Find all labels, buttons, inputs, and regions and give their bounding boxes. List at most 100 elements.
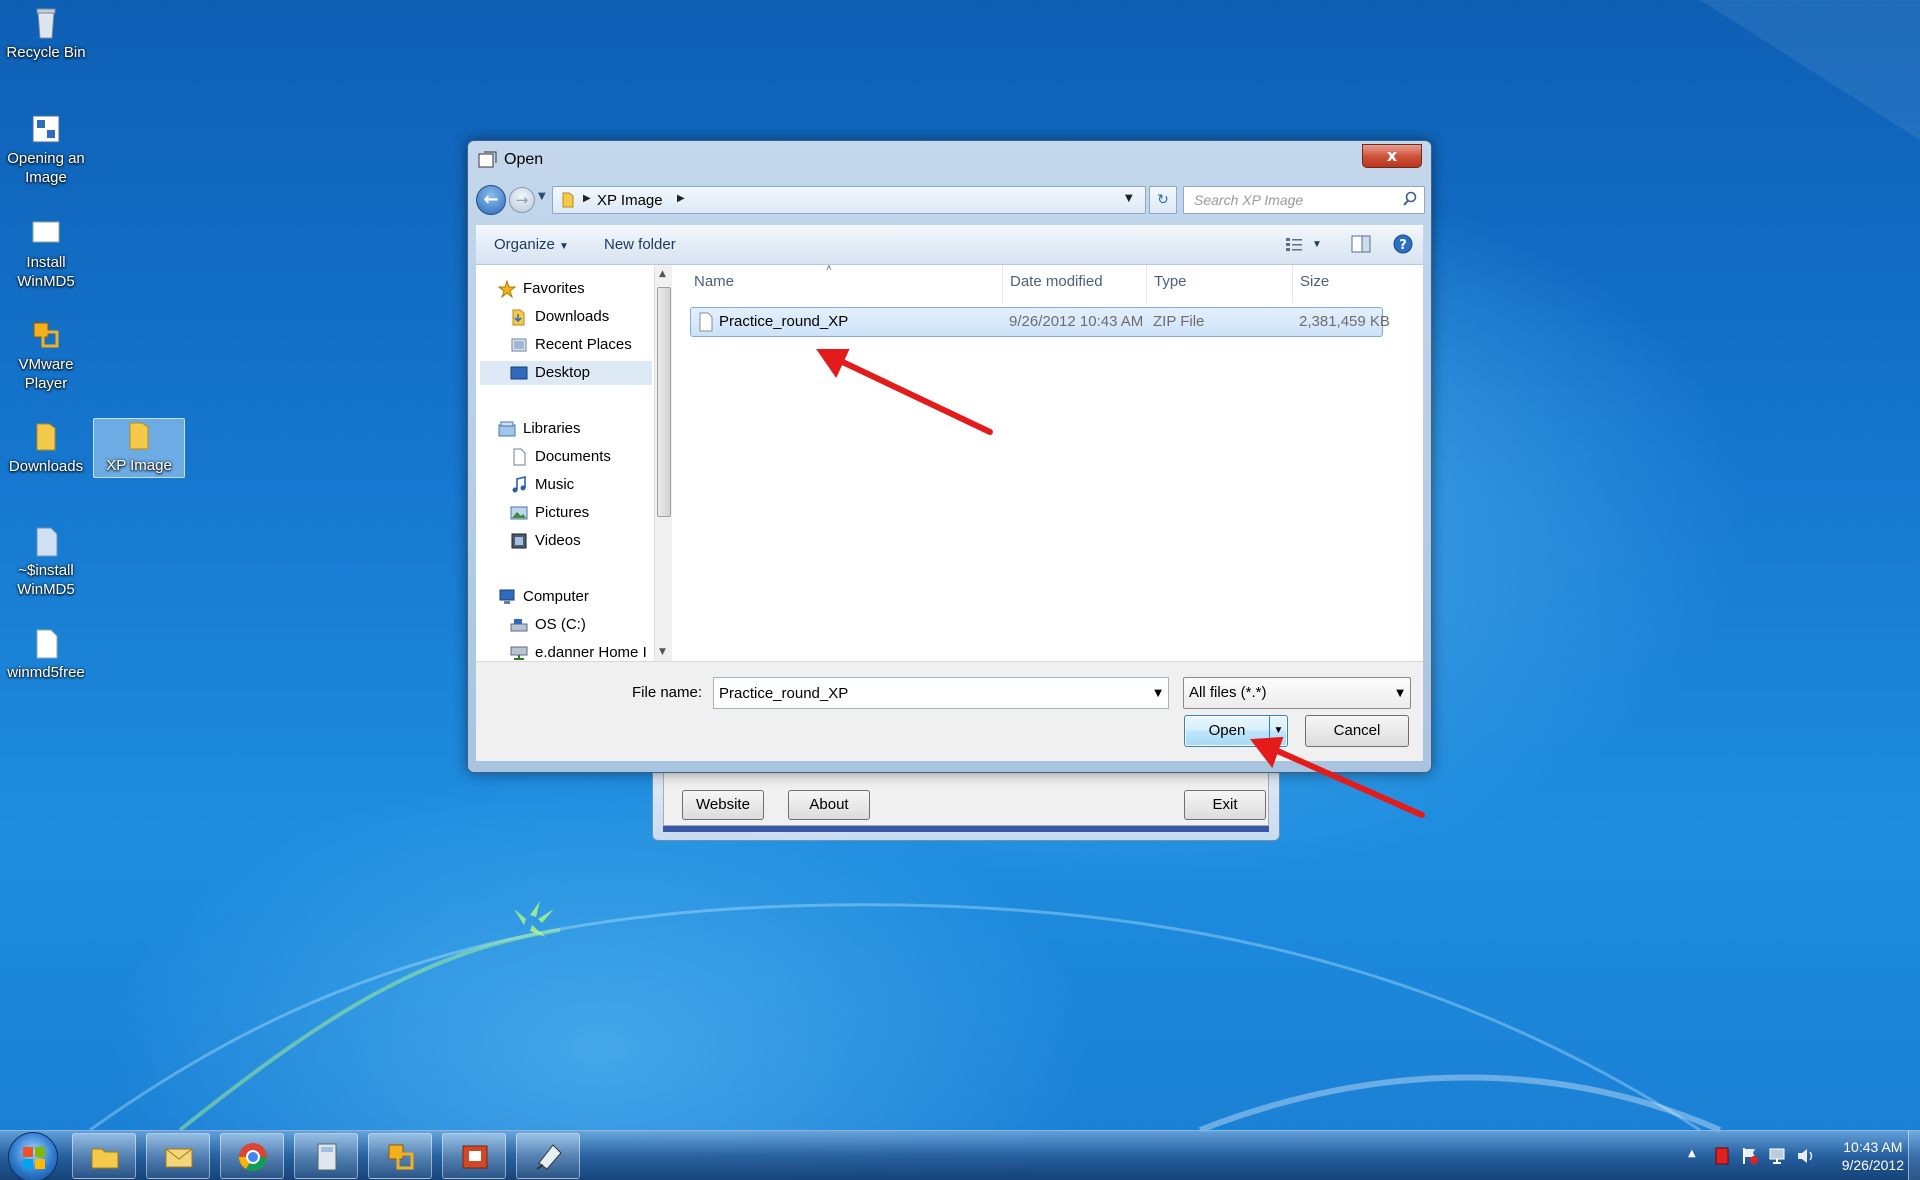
breadcrumb-arrow-icon[interactable]: ▶	[583, 193, 591, 204]
exit-button[interactable]: Exit	[1184, 790, 1266, 820]
action-center-flag-icon[interactable]	[1740, 1146, 1760, 1166]
command-bar: Organize ▼ New folder ▼ ?	[476, 225, 1423, 265]
organize-button[interactable]: Organize ▼	[494, 236, 569, 253]
downloads-folder-icon	[512, 309, 525, 326]
nav-item-downloads[interactable]: Downloads	[510, 305, 650, 329]
file-row[interactable]: Practice_round_XP 9/26/2012 10:43 AM ZIP…	[690, 307, 1390, 337]
about-button[interactable]: About	[788, 790, 870, 820]
website-button[interactable]: Website	[682, 790, 764, 820]
clock-date: 9/26/2012	[1841, 1157, 1904, 1173]
videos-icon	[511, 533, 527, 549]
tray-app-icon[interactable]	[1712, 1146, 1732, 1166]
nav-label: Pictures	[535, 504, 590, 521]
navigation-pane: Favorites Downloads Recent Places Deskto…	[476, 265, 676, 661]
nav-item-pictures[interactable]: Pictures	[510, 501, 650, 525]
open-button[interactable]: Open ▼	[1184, 715, 1288, 747]
taskbar-chrome[interactable]	[220, 1133, 284, 1179]
scroll-down-icon[interactable]: ▼	[659, 647, 666, 657]
scrollbar-thumb[interactable]	[657, 287, 671, 517]
new-folder-button[interactable]: New folder	[604, 236, 676, 253]
volume-icon[interactable]	[1796, 1146, 1816, 1166]
nav-item-recent-places[interactable]: Recent Places	[510, 333, 650, 357]
desktop-icon	[510, 366, 528, 380]
scroll-up-icon[interactable]: ▲	[659, 269, 666, 279]
clock-time: 10:43 AM	[1843, 1139, 1903, 1155]
refresh-button[interactable]: ↻	[1149, 186, 1177, 214]
star-icon	[498, 280, 516, 298]
nav-label: Computer	[523, 588, 589, 605]
file-name-input[interactable]	[714, 678, 1134, 708]
breadcrumb-arrow-icon[interactable]: ▶	[677, 193, 685, 204]
folder-icon	[129, 422, 149, 450]
nav-label: OS (C:)	[535, 616, 586, 633]
back-button[interactable]: ←	[476, 185, 506, 215]
nav-item-documents[interactable]: Documents	[510, 445, 650, 469]
computer-icon	[499, 589, 515, 604]
nav-item-desktop[interactable]: Desktop	[480, 361, 652, 385]
system-clock[interactable]: 10:43 AM 9/26/2012	[1842, 1138, 1904, 1174]
show-desktop-button[interactable]	[1908, 1131, 1920, 1180]
nav-label: Favorites	[523, 280, 585, 297]
column-separator[interactable]	[1292, 265, 1293, 303]
column-header-date-modified[interactable]: Date modified	[1010, 273, 1103, 290]
nav-label: Music	[535, 476, 575, 493]
search-box[interactable]	[1183, 186, 1425, 214]
nav-item-music[interactable]: Music	[510, 473, 650, 497]
file-type-select[interactable]: All files (*.*) ▼	[1183, 677, 1411, 709]
column-header-type[interactable]: Type	[1154, 273, 1187, 290]
sort-ascending-icon: ˄	[826, 263, 832, 274]
document-icon	[36, 629, 58, 659]
nav-item-videos[interactable]: Videos	[510, 529, 650, 553]
show-hidden-icons[interactable]: ▲	[1688, 1148, 1708, 1168]
calculator-icon	[317, 1143, 337, 1171]
recent-locations-dropdown[interactable]: ▼	[538, 191, 546, 202]
taskbar-calculator[interactable]	[294, 1133, 358, 1179]
dialog-title: Open	[504, 151, 544, 168]
open-options-dropdown-icon[interactable]: ▼	[1269, 716, 1287, 746]
start-button[interactable]	[8, 1132, 58, 1180]
address-bar[interactable]: ▶ XP Image ▶ ▼	[552, 186, 1146, 214]
desktop-icon-recycle-bin[interactable]: Recycle Bin	[0, 6, 92, 62]
nav-item-os-c[interactable]: OS (C:)	[510, 613, 650, 637]
taskbar-presentation[interactable]	[442, 1133, 506, 1179]
nav-item-computer[interactable]: Computer	[498, 585, 648, 609]
column-header-size[interactable]: Size	[1300, 273, 1329, 290]
cancel-button[interactable]: Cancel	[1305, 715, 1409, 747]
nav-item-libraries[interactable]: Libraries	[498, 417, 648, 441]
taskbar-vmware[interactable]	[368, 1133, 432, 1179]
network-icon[interactable]	[1768, 1146, 1788, 1166]
view-options-icon[interactable]	[1284, 234, 1306, 254]
chevron-down-icon[interactable]: ▼	[1154, 688, 1162, 699]
file-type: ZIP File	[1153, 313, 1205, 330]
close-button[interactable]: x	[1362, 144, 1422, 168]
file-name-combobox[interactable]: ▼	[713, 677, 1169, 709]
desktop-icon-label: ~$install WinMD5	[17, 562, 75, 598]
desktop-icon-xp-image[interactable]: XP Image	[93, 418, 185, 478]
chrome-icon	[239, 1143, 267, 1171]
desktop-icon-downloads[interactable]: Downloads	[0, 420, 92, 476]
nav-item-home-network[interactable]: e.danner Home I	[510, 641, 650, 661]
column-header-name[interactable]: Name	[694, 273, 734, 290]
column-separator[interactable]	[1002, 265, 1003, 303]
desktop-icon-vmware-player[interactable]: VMware Player	[0, 318, 92, 393]
background-app-status-bar	[663, 826, 1269, 832]
taskbar-explorer[interactable]	[72, 1133, 136, 1179]
nav-item-favorites[interactable]: Favorites	[498, 277, 648, 301]
desktop-icon-winmd5free[interactable]: winmd5free	[0, 626, 92, 682]
search-input[interactable]	[1184, 187, 1394, 213]
address-dropdown-icon[interactable]: ▼	[1125, 193, 1133, 204]
taskbar-app[interactable]	[516, 1133, 580, 1179]
help-icon[interactable]: ?	[1392, 234, 1414, 254]
desktop-icon-install-winmd5[interactable]: Install WinMD5	[0, 216, 92, 291]
desktop-icon-install-temp[interactable]: ~$install WinMD5	[0, 524, 92, 599]
refresh-icon: ↻	[1157, 192, 1169, 208]
forward-button[interactable]: →	[509, 187, 535, 213]
view-dropdown-icon[interactable]: ▼	[1312, 239, 1322, 250]
taskbar-outlook[interactable]	[146, 1133, 210, 1179]
column-separator[interactable]	[1146, 265, 1147, 303]
document-icon	[36, 527, 58, 557]
desktop-icon-opening-an-image[interactable]: Opening an Image	[0, 112, 92, 187]
breadcrumb-xp-image[interactable]: XP Image	[597, 192, 663, 209]
preview-pane-icon[interactable]	[1350, 234, 1372, 254]
navigation-scrollbar[interactable]: ▲ ▼	[654, 265, 672, 661]
